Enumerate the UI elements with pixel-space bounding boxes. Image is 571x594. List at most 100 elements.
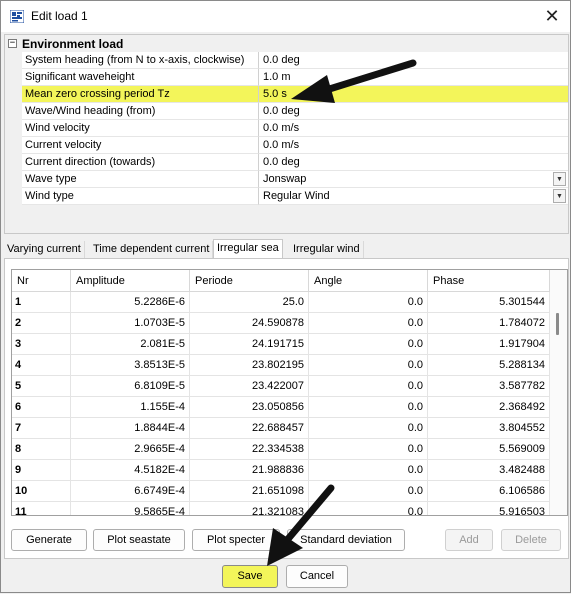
add-button[interactable]: Add (445, 529, 493, 551)
cell-angle[interactable]: 0.0 (309, 334, 428, 355)
plot-seastate-button[interactable]: Plot seastate (93, 529, 185, 551)
cell-periode[interactable]: 24.590878 (190, 313, 309, 334)
cell-phase[interactable]: 5.301544 (428, 292, 550, 313)
chevron-down-icon[interactable]: ▼ (553, 189, 566, 203)
property-row-current-direction[interactable]: Current direction (towards) 0.0 deg (5, 154, 568, 171)
table-row[interactable]: 2 1.0703E-5 24.590878 0.0 1.784072 (12, 313, 550, 334)
scrollbar-thumb[interactable] (556, 313, 559, 335)
cell-phase[interactable]: 5.288134 (428, 355, 550, 376)
property-row-system-heading[interactable]: System heading (from N to x-axis, clockw… (5, 52, 568, 69)
cell-phase[interactable]: 1.917904 (428, 334, 550, 355)
table-row[interactable]: 8 2.9665E-4 22.334538 0.0 5.569009 (12, 439, 550, 460)
property-value-input[interactable]: 0.0 deg (259, 154, 568, 171)
cancel-button[interactable]: Cancel (286, 565, 348, 588)
cell-amplitude[interactable]: 2.9665E-4 (71, 439, 190, 460)
wave-type-select[interactable]: Jonswap ▼ (259, 171, 568, 188)
cell-amplitude[interactable]: 1.0703E-5 (71, 313, 190, 334)
collapse-icon[interactable]: − (8, 39, 17, 48)
tab-varying-current[interactable]: Varying current (4, 241, 85, 259)
table-scrollbar[interactable] (550, 270, 567, 515)
cell-periode[interactable]: 23.050856 (190, 397, 309, 418)
cell-nr[interactable]: 1 (12, 292, 71, 313)
cell-angle[interactable]: 0.0 (309, 502, 428, 515)
cell-nr[interactable]: 11 (12, 502, 71, 515)
property-row-significant-waveheight[interactable]: Significant waveheight 1.0 m (5, 69, 568, 86)
delete-button[interactable]: Delete (501, 529, 561, 551)
table-row[interactable]: 9 4.5182E-4 21.988836 0.0 3.482488 (12, 460, 550, 481)
cell-periode[interactable]: 21.988836 (190, 460, 309, 481)
cell-periode[interactable]: 21.651098 (190, 481, 309, 502)
column-header-nr[interactable]: Nr (12, 270, 71, 292)
property-value-input[interactable]: 0.0 deg (259, 52, 568, 69)
table-row[interactable]: 3 2.081E-5 24.191715 0.0 1.917904 (12, 334, 550, 355)
column-header-angle[interactable]: Angle (309, 270, 428, 292)
column-header-periode[interactable]: Periode (190, 270, 309, 292)
save-button[interactable]: Save (222, 565, 278, 588)
column-header-phase[interactable]: Phase (428, 270, 550, 292)
wind-type-select[interactable]: Regular Wind ▼ (259, 188, 568, 205)
property-value-input[interactable]: 0.0 m/s (259, 137, 568, 154)
cell-phase[interactable]: 1.784072 (428, 313, 550, 334)
property-value-input[interactable]: 0.0 deg (259, 103, 568, 120)
cell-amplitude[interactable]: 3.8513E-5 (71, 355, 190, 376)
cell-phase[interactable]: 2.368492 (428, 397, 550, 418)
tab-irregular-wind[interactable]: Irregular wind (290, 241, 364, 259)
cell-periode[interactable]: 24.191715 (190, 334, 309, 355)
property-value-input[interactable]: 1.0 m (259, 69, 568, 86)
cell-angle[interactable]: 0.0 (309, 355, 428, 376)
cell-angle[interactable]: 0.0 (309, 418, 428, 439)
cell-periode[interactable]: 22.334538 (190, 439, 309, 460)
cell-amplitude[interactable]: 6.6749E-4 (71, 481, 190, 502)
standard-deviation-button[interactable]: Standard deviation (287, 529, 405, 551)
cell-angle[interactable]: 0.0 (309, 397, 428, 418)
tab-time-dependent-current[interactable]: Time dependent current (90, 241, 214, 259)
property-value-input[interactable]: 5.0 s (259, 86, 568, 103)
cell-periode[interactable]: 23.802195 (190, 355, 309, 376)
cell-amplitude[interactable]: 1.8844E-4 (71, 418, 190, 439)
table-row[interactable]: 4 3.8513E-5 23.802195 0.0 5.288134 (12, 355, 550, 376)
property-row-wind-velocity[interactable]: Wind velocity 0.0 m/s (5, 120, 568, 137)
cell-amplitude[interactable]: 9.5865E-4 (71, 502, 190, 515)
cell-nr[interactable]: 5 (12, 376, 71, 397)
cell-phase[interactable]: 3.804552 (428, 418, 550, 439)
cell-angle[interactable]: 0.0 (309, 313, 428, 334)
close-icon[interactable]: ✕ (540, 5, 564, 27)
tab-irregular-sea[interactable]: Irregular sea (213, 239, 283, 259)
property-row-mean-zero-crossing-period[interactable]: Mean zero crossing period Tz 5.0 s (5, 86, 568, 103)
cell-periode[interactable]: 22.688457 (190, 418, 309, 439)
cell-amplitude[interactable]: 2.081E-5 (71, 334, 190, 355)
cell-phase[interactable]: 3.482488 (428, 460, 550, 481)
category-environment-load[interactable]: − Environment load (5, 35, 568, 52)
cell-periode[interactable]: 25.0 (190, 292, 309, 313)
cell-angle[interactable]: 0.0 (309, 292, 428, 313)
cell-nr[interactable]: 6 (12, 397, 71, 418)
property-value-input[interactable]: 0.0 m/s (259, 120, 568, 137)
cell-amplitude[interactable]: 4.5182E-4 (71, 460, 190, 481)
cell-nr[interactable]: 4 (12, 355, 71, 376)
cell-amplitude[interactable]: 6.8109E-5 (71, 376, 190, 397)
cell-phase[interactable]: 3.587782 (428, 376, 550, 397)
plot-specter-button[interactable]: Plot specter (192, 529, 280, 551)
property-row-wind-type[interactable]: Wind type Regular Wind ▼ (5, 188, 568, 205)
cell-angle[interactable]: 0.0 (309, 460, 428, 481)
chevron-down-icon[interactable]: ▼ (553, 172, 566, 186)
cell-angle[interactable]: 0.0 (309, 376, 428, 397)
column-header-amplitude[interactable]: Amplitude (71, 270, 190, 292)
table-row[interactable]: 6 1.155E-4 23.050856 0.0 2.368492 (12, 397, 550, 418)
cell-periode[interactable]: 21.321083 (190, 502, 309, 515)
cell-nr[interactable]: 8 (12, 439, 71, 460)
table-row[interactable]: 1 5.2286E-6 25.0 0.0 5.301544 (12, 292, 550, 313)
cell-periode[interactable]: 23.422007 (190, 376, 309, 397)
table-row[interactable]: 7 1.8844E-4 22.688457 0.0 3.804552 (12, 418, 550, 439)
cell-amplitude[interactable]: 1.155E-4 (71, 397, 190, 418)
table-row[interactable]: 10 6.6749E-4 21.651098 0.0 6.106586 (12, 481, 550, 502)
cell-nr[interactable]: 9 (12, 460, 71, 481)
cell-phase[interactable]: 5.569009 (428, 439, 550, 460)
cell-phase[interactable]: 5.916503 (428, 502, 550, 515)
property-row-current-velocity[interactable]: Current velocity 0.0 m/s (5, 137, 568, 154)
cell-angle[interactable]: 0.0 (309, 481, 428, 502)
cell-nr[interactable]: 3 (12, 334, 71, 355)
cell-nr[interactable]: 7 (12, 418, 71, 439)
cell-nr[interactable]: 2 (12, 313, 71, 334)
table-row[interactable]: 11 9.5865E-4 21.321083 0.0 5.916503 (12, 502, 550, 515)
